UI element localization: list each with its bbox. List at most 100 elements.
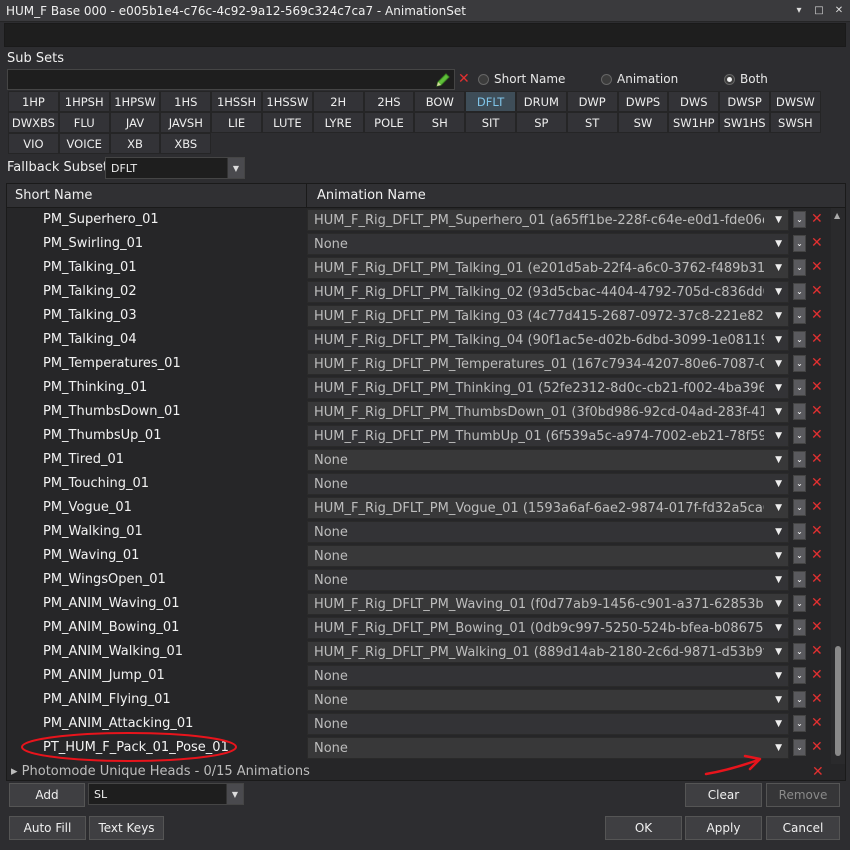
table-row[interactable]: PM_Walking_01 None ▼ ⌄ ✕	[7, 520, 827, 544]
row-animation-select[interactable]: None ▼	[307, 233, 789, 255]
table-row[interactable]: PM_ThumbsUp_01 HUM_F_Rig_DFLT_PM_ThumbUp_…	[7, 424, 827, 448]
table-row[interactable]: PM_Talking_04 HUM_F_Rig_DFLT_PM_Talking_0…	[7, 328, 827, 352]
row-delete-icon[interactable]: ✕	[811, 570, 823, 588]
row-animation-select[interactable]: HUM_F_Rig_DFLT_PM_Temperatures_01 (167c7…	[307, 353, 789, 375]
row-expand-icon[interactable]: ⌄	[793, 643, 806, 660]
chevron-down-icon[interactable]: ▼	[775, 527, 782, 537]
row-animation-select[interactable]: None ▼	[307, 473, 789, 495]
row-delete-icon[interactable]: ✕	[811, 234, 823, 252]
tag-button-1hpsh[interactable]: 1HPSH	[58, 91, 110, 112]
tag-button-jav[interactable]: JAV	[109, 112, 161, 133]
tag-button-dwp[interactable]: DWP	[566, 91, 618, 112]
row-delete-icon[interactable]: ✕	[811, 546, 823, 564]
table-row[interactable]: PM_WingsOpen_01 None ▼ ⌄ ✕	[7, 568, 827, 592]
tag-button-2hs[interactable]: 2HS	[363, 91, 415, 112]
tag-button-1hssw[interactable]: 1HSSW	[261, 91, 313, 112]
chevron-down-icon[interactable]: ▼	[775, 551, 782, 561]
delete-group-icon[interactable]: ✕	[812, 764, 824, 780]
row-animation-select[interactable]: HUM_F_Rig_DFLT_PM_Thinking_01 (52fe2312-…	[307, 377, 789, 399]
row-delete-icon[interactable]: ✕	[811, 402, 823, 420]
chevron-down-icon[interactable]: ▼	[775, 215, 782, 225]
table-row[interactable]: PM_Talking_03 HUM_F_Rig_DFLT_PM_Talking_0…	[7, 304, 827, 328]
row-animation-select[interactable]: HUM_F_Rig_DFLT_PM_ThumbUp_01 (6f539a5c-a…	[307, 425, 789, 447]
row-delete-icon[interactable]: ✕	[811, 738, 823, 756]
tag-button-vio[interactable]: VIO	[8, 133, 59, 154]
chevron-down-icon[interactable]: ▼	[775, 359, 782, 369]
chevron-down-icon[interactable]: ▼	[775, 719, 782, 729]
row-expand-icon[interactable]: ⌄	[793, 379, 806, 396]
tag-button-dwps[interactable]: DWPS	[617, 91, 669, 112]
maximize-icon[interactable]: □	[812, 3, 826, 17]
row-delete-icon[interactable]: ✕	[811, 306, 823, 324]
row-expand-icon[interactable]: ⌄	[793, 739, 806, 756]
chevron-down-icon[interactable]: ▼	[775, 383, 782, 393]
column-header-animation-name[interactable]: Animation Name	[317, 188, 426, 203]
row-delete-icon[interactable]: ✕	[811, 426, 823, 444]
tag-button-drum[interactable]: DRUM	[515, 91, 567, 112]
table-row[interactable]: PM_Vogue_01 HUM_F_Rig_DFLT_PM_Vogue_01 (1…	[7, 496, 827, 520]
table-row[interactable]: PM_ANIM_Attacking_01 None ▼ ⌄ ✕	[7, 712, 827, 736]
row-animation-select[interactable]: None ▼	[307, 545, 789, 567]
tag-button-swsh[interactable]: SWSH	[769, 112, 821, 133]
row-expand-icon[interactable]: ⌄	[793, 667, 806, 684]
tag-button-javsh[interactable]: JAVSH	[160, 112, 212, 133]
row-expand-icon[interactable]: ⌄	[793, 331, 806, 348]
table-row[interactable]: PM_Talking_01 HUM_F_Rig_DFLT_PM_Talking_0…	[7, 256, 827, 280]
table-row[interactable]: PM_ThumbsDown_01 HUM_F_Rig_DFLT_PM_Thumbs…	[7, 400, 827, 424]
row-expand-icon[interactable]: ⌄	[793, 619, 806, 636]
row-expand-icon[interactable]: ⌄	[793, 499, 806, 516]
row-delete-icon[interactable]: ✕	[811, 522, 823, 540]
row-expand-icon[interactable]: ⌄	[793, 547, 806, 564]
tag-button-sh[interactable]: SH	[414, 112, 466, 133]
chevron-down-icon[interactable]: ▼	[775, 575, 782, 585]
ok-button[interactable]: OK	[605, 816, 682, 840]
chevron-down-icon[interactable]: ▼	[775, 431, 782, 441]
clear-subset-filter-icon[interactable]: ✕	[458, 71, 470, 87]
tag-button-lute[interactable]: LUTE	[261, 112, 313, 133]
row-delete-icon[interactable]: ✕	[811, 282, 823, 300]
chevron-down-icon[interactable]: ▼	[775, 623, 782, 633]
row-animation-select[interactable]: HUM_F_Rig_DFLT_PM_ThumbsDown_01 (3f0bd98…	[307, 401, 789, 423]
row-delete-icon[interactable]: ✕	[811, 594, 823, 612]
radio-short-name-dot[interactable]	[478, 73, 489, 85]
row-delete-icon[interactable]: ✕	[811, 642, 823, 660]
row-expand-icon[interactable]: ⌄	[793, 451, 806, 468]
row-animation-select[interactable]: None ▼	[307, 737, 789, 759]
tag-button-dwsp[interactable]: DWSP	[719, 91, 770, 112]
table-row[interactable]: PM_Thinking_01 HUM_F_Rig_DFLT_PM_Thinking…	[7, 376, 827, 400]
chevron-down-icon[interactable]: ▼	[775, 311, 782, 321]
table-row[interactable]: PT_HUM_F_Pack_01_Pose_01 None ▼ ⌄ ✕	[7, 736, 827, 760]
row-animation-select[interactable]: HUM_F_Rig_DFLT_PM_Vogue_01 (1593a6af-6ae…	[307, 497, 789, 519]
chevron-down-icon[interactable]: ▼	[775, 287, 782, 297]
column-separator[interactable]	[306, 184, 307, 208]
row-expand-icon[interactable]: ⌄	[793, 691, 806, 708]
row-expand-icon[interactable]: ⌄	[793, 523, 806, 540]
row-delete-icon[interactable]: ✕	[811, 258, 823, 276]
row-expand-icon[interactable]: ⌄	[793, 283, 806, 300]
radio-short-name[interactable]: Short Name	[478, 72, 565, 86]
cancel-button[interactable]: Cancel	[766, 816, 840, 840]
subsets-search-input[interactable]	[7, 69, 455, 90]
table-row[interactable]: PM_Temperatures_01 HUM_F_Rig_DFLT_PM_Temp…	[7, 352, 827, 376]
scrollbar-thumb[interactable]	[835, 646, 841, 756]
group-row-label[interactable]: ▸ Photomode Unique Heads - 0/15 Animatio…	[11, 764, 310, 779]
chevron-down-icon[interactable]: ▼	[775, 239, 782, 249]
apply-button[interactable]: Apply	[685, 816, 762, 840]
tag-button-dwsw[interactable]: DWSW	[769, 91, 821, 112]
table-row[interactable]: PM_Superhero_01 HUM_F_Rig_DFLT_PM_Superhe…	[7, 208, 827, 232]
close-icon[interactable]: ✕	[832, 3, 846, 17]
radio-both[interactable]: Both	[724, 72, 768, 86]
row-delete-icon[interactable]: ✕	[811, 210, 823, 228]
tag-button-bow[interactable]: BOW	[414, 91, 466, 112]
row-expand-icon[interactable]: ⌄	[793, 715, 806, 732]
chevron-down-icon[interactable]: ▼	[775, 407, 782, 417]
chevron-down-icon[interactable]: ▼	[775, 647, 782, 657]
row-expand-icon[interactable]: ⌄	[793, 403, 806, 420]
table-row[interactable]: PM_Waving_01 None ▼ ⌄ ✕	[7, 544, 827, 568]
column-header-short-name[interactable]: Short Name	[15, 188, 92, 203]
row-delete-icon[interactable]: ✕	[811, 618, 823, 636]
chevron-down-icon[interactable]: ▼	[775, 455, 782, 465]
table-row[interactable]: PM_Talking_02 HUM_F_Rig_DFLT_PM_Talking_0…	[7, 280, 827, 304]
row-expand-icon[interactable]: ⌄	[793, 571, 806, 588]
row-animation-select[interactable]: HUM_F_Rig_DFLT_PM_Bowing_01 (0db9c997-52…	[307, 617, 789, 639]
